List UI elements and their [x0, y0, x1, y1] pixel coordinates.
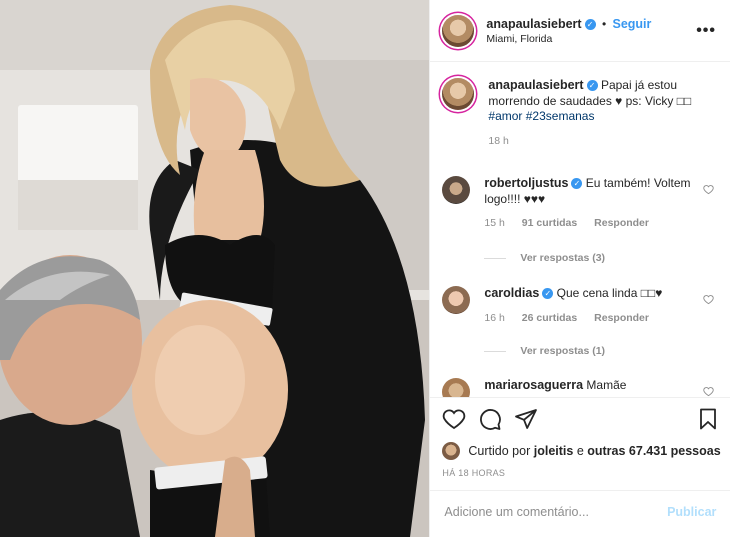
- likes-summary: Curtido por joleitis e outras 67.431 pes…: [442, 442, 721, 460]
- more-icon[interactable]: •••: [696, 22, 716, 40]
- comment-text: Mamãe: [586, 378, 627, 392]
- comment-heart-icon[interactable]: [703, 184, 715, 195]
- verified-icon: ✓: [586, 80, 598, 92]
- replies-line: [484, 350, 507, 352]
- comment-likes[interactable]: 26 curtidas: [522, 312, 577, 324]
- view-replies-label: Ver respostas (3): [520, 252, 606, 264]
- comment-box: Adicione um comentário... Publicar: [430, 490, 730, 538]
- verified-icon: ✓: [571, 178, 583, 190]
- view-replies[interactable]: Ver respostas (1): [484, 345, 605, 357]
- post-actions: Curtido por joleitis e outras 67.431 pes…: [430, 397, 730, 519]
- commenter-username[interactable]: robertoljustus: [484, 176, 568, 190]
- reply-button[interactable]: Responder: [594, 312, 649, 324]
- comment-heart-icon[interactable]: [703, 386, 715, 397]
- commenter-username[interactable]: caroldias: [484, 286, 539, 300]
- view-replies-label: Ver respostas (1): [520, 345, 606, 357]
- caption: anapaulasiebert ✓ Papai já estou morrendo…: [442, 78, 718, 149]
- view-replies[interactable]: Ver respostas (3): [484, 252, 605, 264]
- comment-heart-icon[interactable]: [703, 294, 715, 305]
- post-timestamp[interactable]: HÁ 18 HORAS: [442, 468, 505, 478]
- caption-username[interactable]: anapaulasiebert: [488, 78, 583, 92]
- comment-time[interactable]: 15 h: [484, 217, 504, 229]
- post-header: anapaulasiebert ✓ • Seguir Miami, Florida…: [430, 0, 730, 62]
- post-photo[interactable]: [0, 0, 430, 537]
- verified-icon: ✓: [584, 18, 596, 30]
- caption-avatar[interactable]: [442, 78, 475, 110]
- comment-item: caroldias ✓ Que cena linda □□♥ 16 h 26 cu…: [442, 286, 718, 326]
- publish-button[interactable]: Publicar: [667, 505, 716, 519]
- follow-button[interactable]: Seguir: [612, 17, 651, 31]
- comment-icon[interactable]: [478, 407, 502, 431]
- comment-likes[interactable]: 91 curtidas: [522, 217, 577, 229]
- comment-item: mariarosaguerra Mamãe: [442, 378, 718, 397]
- author-avatar[interactable]: [442, 14, 475, 47]
- commenter-username[interactable]: mariarosaguerra: [484, 378, 583, 392]
- verified-icon: ✓: [542, 288, 554, 300]
- comment-time[interactable]: 16 h: [484, 312, 504, 324]
- reply-button[interactable]: Responder: [594, 217, 649, 229]
- bookmark-icon[interactable]: [696, 407, 720, 431]
- action-bar: [430, 398, 730, 440]
- location-link[interactable]: Miami, Florida: [486, 33, 651, 45]
- commenter-avatar[interactable]: [442, 286, 471, 314]
- comments-list[interactable]: anapaulasiebert ✓ Papai já estou morrendo…: [430, 62, 730, 397]
- comment-text: Que cena linda □□♥: [556, 286, 663, 300]
- post-image: [0, 0, 430, 537]
- caption-hashtags[interactable]: #amor #23semanas: [488, 109, 594, 123]
- liker-username[interactable]: joleitis: [534, 444, 574, 458]
- likes-count[interactable]: outras 67.431 pessoas: [587, 444, 720, 458]
- separator-dot: •: [601, 16, 607, 31]
- author-username[interactable]: anapaulasiebert: [486, 17, 581, 31]
- commenter-avatar[interactable]: [442, 378, 471, 397]
- commenter-avatar[interactable]: [442, 176, 471, 204]
- likes-connector: e: [576, 444, 584, 458]
- comment-item: robertoljustus ✓ Eu também! Voltem logo!!…: [442, 176, 718, 232]
- replies-line: [484, 257, 507, 259]
- share-icon[interactable]: [514, 407, 538, 431]
- heart-icon[interactable]: [442, 407, 466, 431]
- liked-by-label: Curtido por: [468, 444, 531, 458]
- liker-avatar[interactable]: [442, 442, 461, 460]
- post-panel: anapaulasiebert ✓ • Seguir Miami, Florida…: [429, 0, 730, 537]
- caption-time[interactable]: 18 h: [488, 134, 718, 150]
- comment-input[interactable]: Adicione um comentário...: [444, 505, 589, 519]
